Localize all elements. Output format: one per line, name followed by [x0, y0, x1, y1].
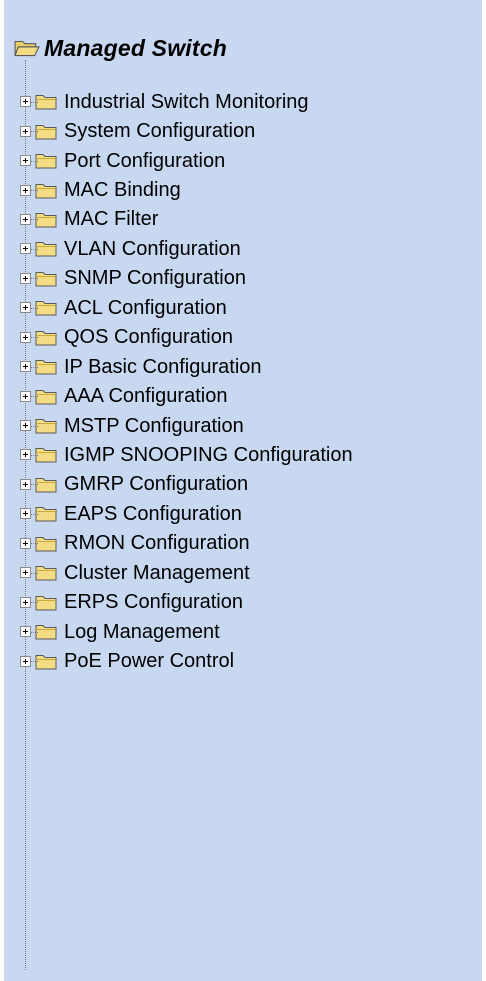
plus-expander-icon[interactable] [20, 626, 31, 638]
plus-expander-icon[interactable] [20, 243, 31, 255]
plus-expander-icon[interactable] [20, 508, 31, 520]
plus-expander-icon[interactable] [20, 449, 31, 461]
plus-expander-icon[interactable] [20, 420, 31, 432]
folder-icon [35, 654, 57, 670]
plus-expander-icon[interactable] [20, 213, 31, 225]
plus-expander-icon[interactable] [20, 184, 31, 196]
tree-root-label: Managed Switch [44, 34, 227, 61]
plus-expander-icon[interactable] [20, 567, 31, 579]
plus-expander-icon[interactable] [20, 655, 31, 667]
plus-expander-icon[interactable] [20, 390, 31, 402]
open-folder-icon [14, 40, 40, 57]
plus-expander-icon[interactable] [20, 155, 31, 167]
plus-expander-icon[interactable] [20, 596, 31, 608]
plus-expander-icon[interactable] [20, 96, 31, 108]
navigation-tree-panel: Managed Switch Industrial Switch Monitor… [4, 0, 482, 981]
tree-root-managed-switch[interactable]: Managed Switch [14, 33, 227, 63]
plus-expander-icon[interactable] [20, 537, 31, 549]
plus-expander-icon[interactable] [20, 361, 31, 373]
tree-item-poe-power-control[interactable]: PoE Power Control [20, 638, 353, 683]
plus-expander-icon[interactable] [20, 331, 31, 343]
plus-expander-icon[interactable] [20, 125, 31, 137]
plus-expander-icon[interactable] [20, 478, 31, 490]
tree-item-label: PoE Power Control [64, 650, 235, 673]
tree-children-list: Industrial Switch Monitoring System Conf… [20, 79, 353, 684]
plus-expander-icon[interactable] [20, 272, 31, 284]
plus-expander-icon[interactable] [20, 302, 31, 314]
